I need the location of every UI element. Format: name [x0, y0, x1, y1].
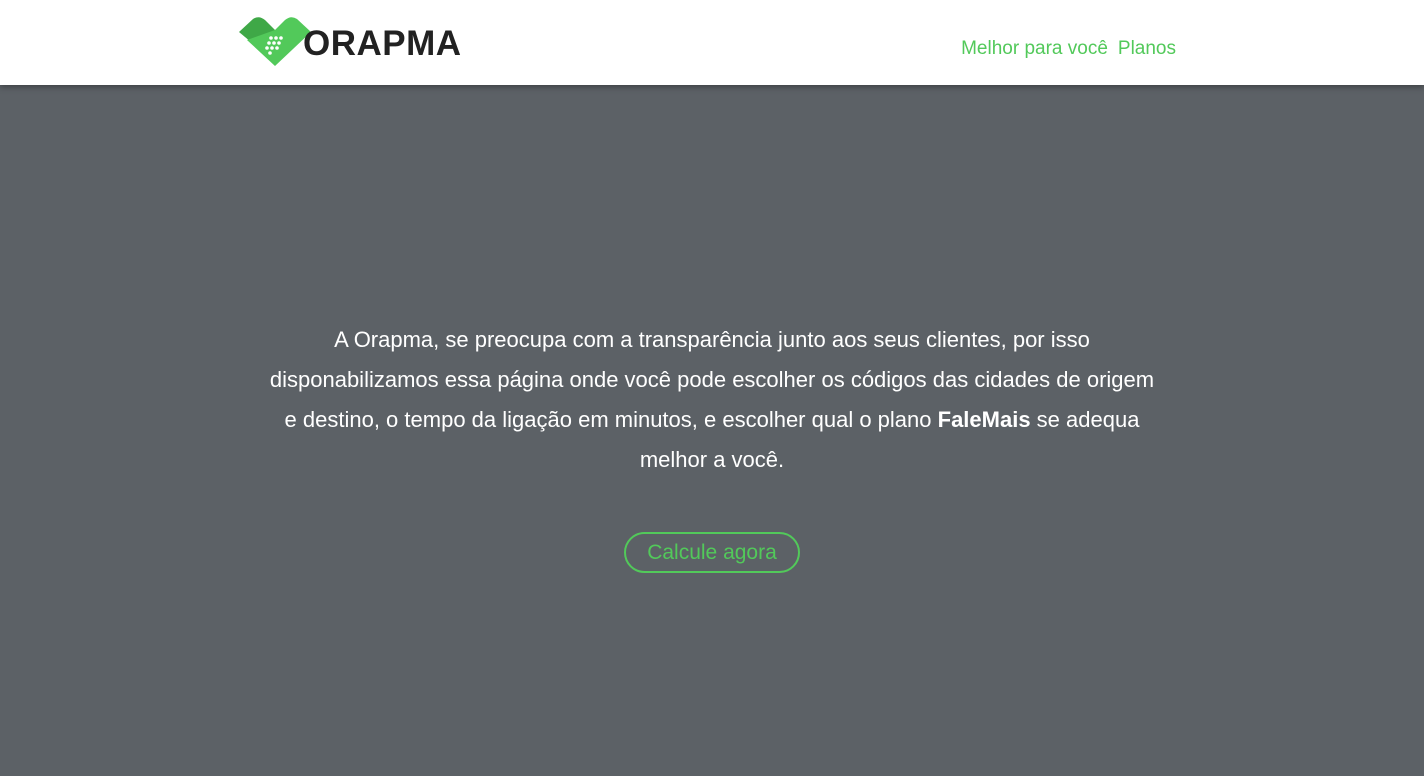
- heart-phone-keypad-icon: [239, 17, 311, 66]
- hero-text-brand-plan: FaleMais: [937, 407, 1031, 432]
- main-nav: Melhor para você Planos: [961, 38, 1176, 60]
- top-header: ORAPMA Melhor para você Planos: [0, 0, 1424, 85]
- nav-item-melhor-para-voce[interactable]: Melhor para você: [961, 38, 1108, 60]
- hero-description: A Orapma, se preocupa com a transparênci…: [262, 320, 1162, 480]
- nav-item-planos[interactable]: Planos: [1118, 38, 1176, 60]
- brand-name: ORAPMA: [303, 24, 462, 63]
- hero-section: A Orapma, se preocupa com a transparênci…: [0, 85, 1424, 776]
- calcule-agora-button[interactable]: Calcule agora: [624, 532, 800, 573]
- brand-logo[interactable]: ORAPMA: [237, 16, 462, 68]
